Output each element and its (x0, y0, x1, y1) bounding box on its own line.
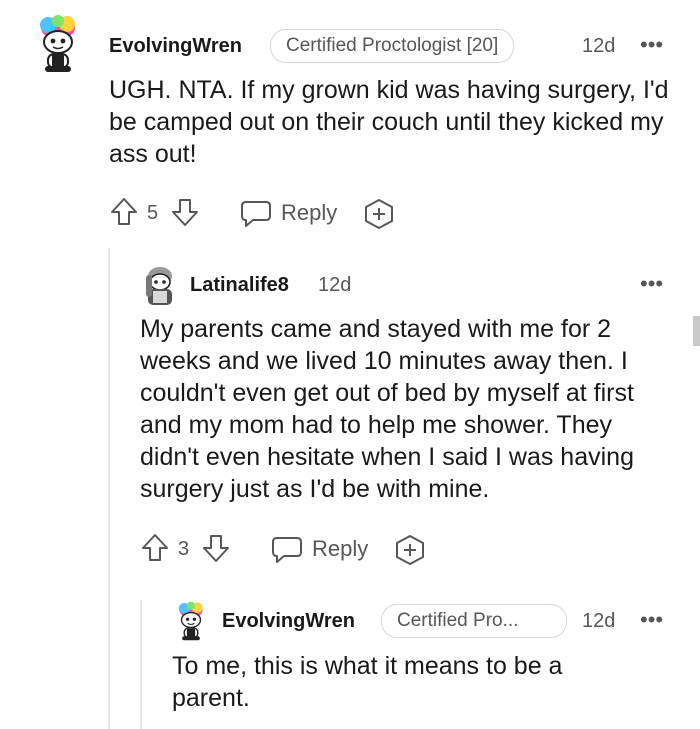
comment-actions: 3 Reply (140, 532, 440, 568)
comment-actions: 5 Reply (109, 196, 409, 232)
comment-timestamp[interactable]: 12d (318, 274, 351, 297)
plus-award-icon (396, 535, 424, 565)
comment-body: To me, this is what it means to be a par… (172, 652, 563, 712)
user-avatar[interactable] (142, 265, 178, 307)
vote-count: 3 (178, 538, 190, 560)
more-options-icon[interactable]: ••• (640, 273, 663, 295)
reply-label: Reply (281, 200, 338, 225)
comment-author[interactable]: EvolvingWren (222, 610, 355, 633)
thread-line-level-2[interactable] (140, 600, 142, 729)
reply-label: Reply (312, 536, 369, 561)
scrollbar-thumb[interactable] (693, 316, 700, 346)
more-options-icon[interactable]: ••• (640, 34, 663, 56)
user-avatar[interactable] (174, 601, 208, 643)
award-button[interactable] (394, 534, 426, 571)
more-options-icon[interactable]: ••• (640, 609, 663, 631)
comment-body: UGH. NTA. If my grown kid was having sur… (109, 76, 669, 168)
award-button[interactable] (363, 198, 395, 235)
snoo-gray-hair-avatar-icon (146, 267, 172, 305)
user-flair: Certified Proctologist [20] (270, 29, 515, 63)
upvote-icon[interactable] (109, 196, 139, 233)
reply-button[interactable]: Reply (240, 196, 340, 230)
comment-timestamp[interactable]: 12d (582, 610, 615, 633)
comment-author[interactable]: EvolvingWren (109, 35, 242, 58)
upvote-icon[interactable] (140, 532, 170, 569)
user-avatar[interactable] (33, 14, 83, 76)
comment-author[interactable]: Latinalife8 (190, 274, 289, 297)
snoo-rainbow-hair-avatar-icon (40, 15, 75, 72)
reply-button[interactable]: Reply (271, 532, 371, 566)
comment-timestamp[interactable]: 12d (582, 35, 615, 58)
plus-award-icon (365, 199, 393, 229)
snoo-rainbow-hair-avatar-icon (178, 601, 203, 641)
thread-line-level-1[interactable] (108, 248, 110, 729)
downvote-icon[interactable] (201, 532, 231, 569)
comment-body: My parents came and stayed with me for 2… (140, 315, 634, 503)
chat-bubble-icon (241, 201, 271, 227)
chat-bubble-icon (272, 537, 302, 563)
user-flair: Certified Pro... (381, 604, 567, 638)
downvote-icon[interactable] (170, 196, 200, 233)
vote-count: 5 (147, 202, 159, 224)
